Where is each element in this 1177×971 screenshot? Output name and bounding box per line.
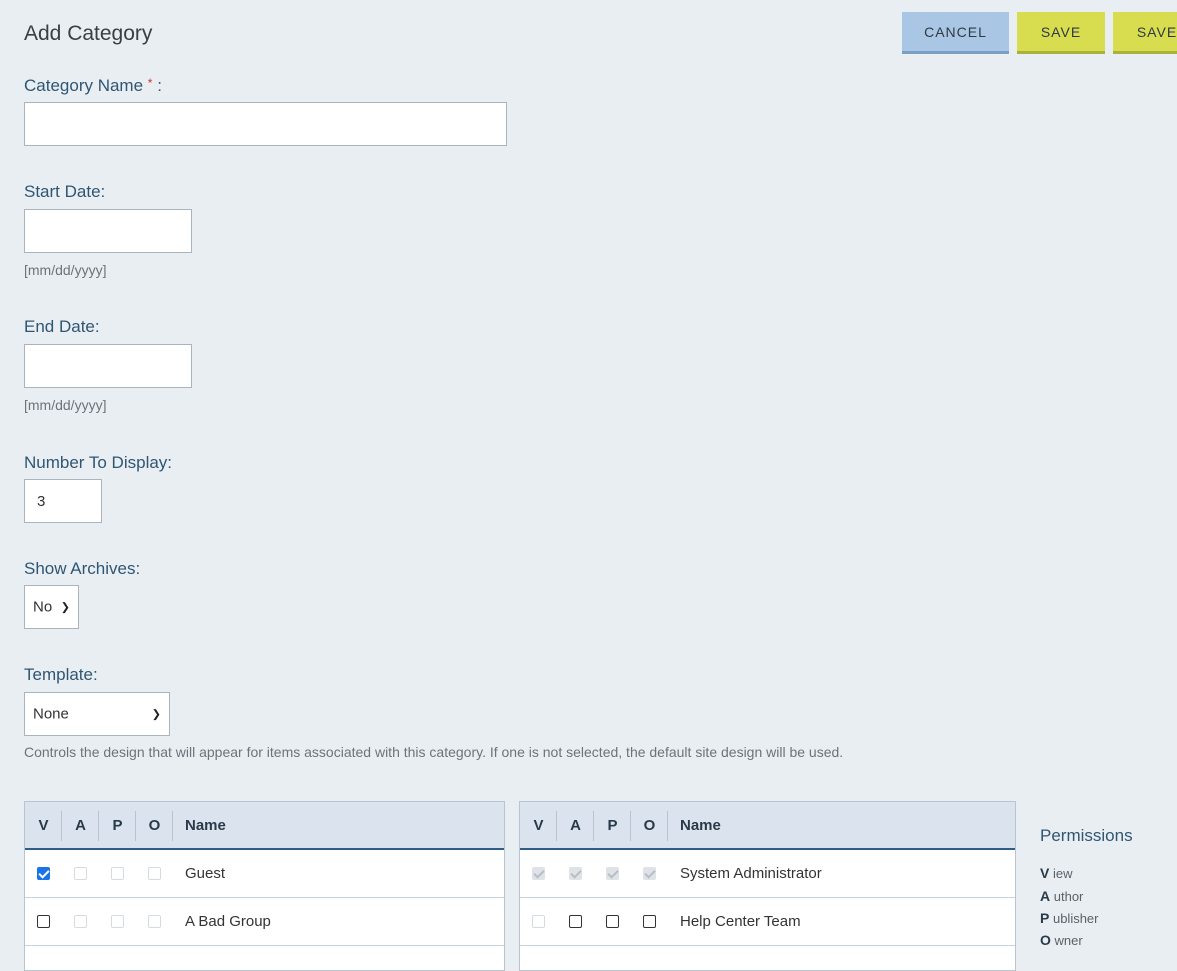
show-archives-value: No [33, 598, 53, 616]
start-date-label: Start Date: [24, 182, 106, 201]
publisher-checkbox [111, 867, 124, 880]
chevron-down-icon: ❯ [60, 601, 70, 614]
table-row: Guest [25, 850, 504, 898]
col-author: A [557, 810, 594, 841]
owner-checkbox [148, 915, 161, 928]
col-publisher: P [99, 810, 136, 841]
view-checkbox [532, 867, 545, 880]
groups-table-left: V A P O Name Guest A Bad Group [24, 801, 505, 971]
end-date-input[interactable] [24, 344, 192, 388]
chevron-down-icon: ❯ [151, 708, 161, 721]
view-checkbox [532, 915, 545, 928]
end-date-hint: [mm/dd/yyyy] [24, 397, 107, 413]
owner-checkbox [643, 867, 656, 880]
col-author: A [62, 810, 99, 841]
publisher-checkbox [606, 867, 619, 880]
owner-checkbox[interactable] [643, 915, 656, 928]
show-archives-label: Show Archives: [24, 559, 141, 578]
legend-author: A uthor [1040, 888, 1084, 904]
col-publisher: P [594, 810, 631, 841]
group-name: A Bad Group [185, 913, 271, 930]
author-checkbox [569, 867, 582, 880]
table-header: V A P O Name [25, 802, 504, 850]
col-name: Name [185, 816, 226, 834]
view-checkbox[interactable] [37, 915, 50, 928]
template-value: None [33, 705, 69, 723]
cancel-button[interactable]: CANCEL [902, 12, 1009, 54]
col-view: V [520, 810, 557, 841]
col-view: V [25, 810, 62, 841]
view-checkbox[interactable] [37, 867, 50, 880]
table-row: A Bad Group [25, 898, 504, 946]
author-checkbox[interactable] [569, 915, 582, 928]
start-date-hint: [mm/dd/yyyy] [24, 262, 107, 278]
template-description: Controls the design that will appear for… [24, 744, 844, 760]
group-name: Guest [185, 865, 226, 882]
owner-checkbox [148, 867, 161, 880]
col-owner: O [631, 810, 668, 841]
template-select[interactable]: None ❯ [24, 692, 170, 736]
group-name: Help Center Team [680, 913, 801, 930]
page-title: Add Category [24, 22, 153, 45]
category-name-input[interactable] [24, 102, 507, 146]
publisher-checkbox [111, 915, 124, 928]
show-archives-select[interactable]: No ❯ [24, 585, 79, 629]
table-header: V A P O Name [520, 802, 1015, 850]
end-date-label: End Date: [24, 317, 100, 336]
col-owner: O [136, 810, 173, 841]
groups-table-right: V A P O Name System Administrator Help C… [519, 801, 1016, 971]
permissions-title: Permissions [1040, 826, 1133, 845]
start-date-input[interactable] [24, 209, 192, 253]
legend-view: V iew [1040, 865, 1073, 881]
author-checkbox [74, 867, 87, 880]
table-row: Help Center Team [520, 898, 1015, 946]
table-row: System Administrator [520, 850, 1015, 898]
legend-owner: O wner [1040, 932, 1083, 948]
group-name: System Administrator [680, 865, 822, 882]
publisher-checkbox[interactable] [606, 915, 619, 928]
col-name: Name [680, 816, 721, 834]
legend-publisher: P ublisher [1040, 910, 1099, 926]
author-checkbox [74, 915, 87, 928]
category-name-label: Category Name * : [24, 76, 162, 95]
template-label: Template: [24, 665, 98, 684]
save-and-continue-button[interactable]: SAVE [1113, 12, 1177, 54]
number-to-display-input[interactable] [24, 479, 102, 523]
save-button[interactable]: SAVE [1017, 12, 1105, 54]
number-to-display-label: Number To Display: [24, 453, 173, 472]
